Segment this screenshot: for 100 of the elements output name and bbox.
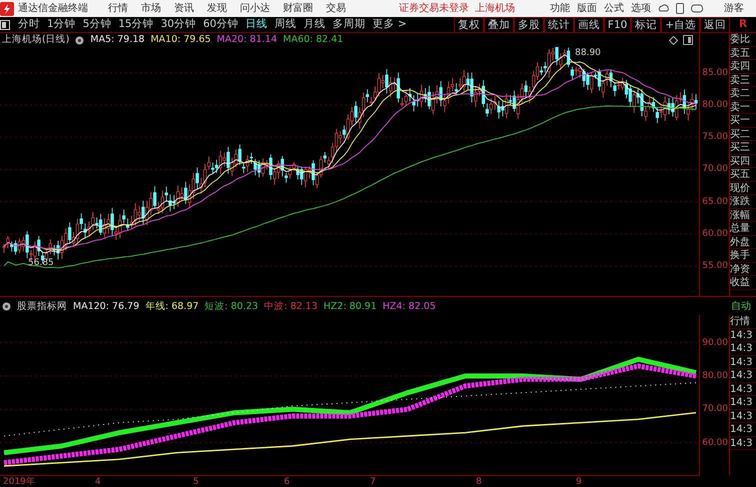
period-tab[interactable]: 更多 > <box>372 16 407 32</box>
toolbar-button[interactable]: 复权 <box>454 16 484 32</box>
trade-time: 14:3 <box>730 356 756 369</box>
r-label: R <box>738 16 748 32</box>
quote-label: 买四 <box>730 154 756 168</box>
menu-item[interactable]: 市场 <box>141 1 161 16</box>
quote-label: 卖五 <box>730 46 756 60</box>
menu-item[interactable]: 问小达 <box>240 1 270 16</box>
axis-label: 85.00 <box>702 67 728 80</box>
period-tab[interactable]: 分时 <box>18 16 40 32</box>
toolbar-button[interactable]: 画线 <box>574 16 604 32</box>
toolbar-button[interactable]: 返回 <box>700 16 730 32</box>
quote-label: 买二 <box>730 128 756 141</box>
panel-toggle-icon[interactable] <box>0 20 10 30</box>
quote-label: 涨幅 <box>730 208 756 222</box>
trade-time: 14:3 <box>730 342 756 356</box>
toolbar-button[interactable]: 叠加 <box>484 16 514 32</box>
period-tab[interactable]: 60分钟 <box>203 16 238 32</box>
indicator-value: 短波: 80.23 <box>204 300 258 314</box>
quote-label: 卖二 <box>730 87 756 100</box>
quote-label: 买三 <box>730 141 756 154</box>
trade-time: 14:3 <box>730 369 756 382</box>
user-name[interactable]: 游客 <box>724 1 744 16</box>
indicator-value: MA120: 76.79 <box>73 300 140 314</box>
axis-label: 2019年 <box>3 476 35 487</box>
trade-time: 14:3 <box>730 328 756 342</box>
quote-label: 卖三 <box>730 74 756 87</box>
menu-item[interactable]: 财富圈 <box>283 1 313 16</box>
toolbar-button[interactable]: +自选 <box>661 16 700 32</box>
axis-label: 60.00 <box>702 436 728 450</box>
period-tab[interactable]: 5分钟 <box>82 16 112 32</box>
toolbar-button[interactable]: 多股 <box>514 16 544 32</box>
quote-label: 卖一 <box>730 100 756 114</box>
menu-item[interactable]: 公式 <box>604 1 624 16</box>
axis-label: 70.00 <box>702 163 728 176</box>
period-tab[interactable]: 月线 <box>304 16 326 32</box>
period-tab[interactable]: 30分钟 <box>160 16 196 32</box>
axis-label: 4 <box>95 476 101 487</box>
axis-label: 75.00 <box>702 131 728 144</box>
axis-label: 80.00 <box>702 370 728 383</box>
quote-label: 净资 <box>730 262 756 276</box>
menu-item[interactable]: 发现 <box>207 1 227 16</box>
toolbar-button[interactable]: 统计 <box>544 16 574 32</box>
axis-label: 65.00 <box>702 196 728 209</box>
quote-label: 换手 <box>730 249 756 262</box>
indicator-value: MA10: 79.65 <box>150 33 211 47</box>
axis-label: 6 <box>284 476 290 487</box>
high-price-label: 88.90 <box>575 47 601 60</box>
auto-mode-label[interactable]: 自动 <box>731 298 756 315</box>
indicator-value: MA5: 79.18 <box>90 33 145 47</box>
period-tab[interactable]: 1分钟 <box>47 16 76 32</box>
toolbar-button[interactable]: F10 <box>604 16 632 32</box>
gear-icon[interactable] <box>2 302 11 311</box>
axis-label: 9 <box>576 476 582 487</box>
period-tab[interactable]: 日线 <box>246 16 268 32</box>
period-tab[interactable]: 15分钟 <box>118 16 154 32</box>
menu-item[interactable]: 选项 <box>631 1 651 16</box>
indicator-value: 年线: 68.97 <box>145 300 199 314</box>
login-status[interactable]: 证券交易未登录 <box>399 1 469 16</box>
gear-icon[interactable] <box>75 36 84 44</box>
quote-label: 收益 <box>730 276 756 290</box>
low-price-label: 56.85 <box>28 257 54 270</box>
axis-label: 60.00 <box>702 228 728 241</box>
menu-item[interactable]: 功能 <box>550 1 570 16</box>
indicator-value: MA60: 82.41 <box>283 33 344 47</box>
axis-label: 70.00 <box>702 403 728 416</box>
axis-label: 5 <box>193 476 199 487</box>
menu-item[interactable]: 行情 <box>108 1 128 16</box>
axis-label: 55.00 <box>702 260 728 273</box>
quote-label: 涨跌 <box>730 195 756 208</box>
period-tab[interactable]: 周线 <box>274 16 296 32</box>
quote-tab[interactable]: 行情 <box>730 315 756 328</box>
message-icon[interactable] <box>691 3 703 14</box>
menu-item[interactable]: 交易 <box>326 1 346 16</box>
quote-label: 买五 <box>730 168 756 182</box>
menu-item[interactable]: 版面 <box>577 1 597 16</box>
quote-label: 委比 <box>730 33 756 46</box>
toolbar-button[interactable]: 标记 <box>631 16 662 32</box>
trade-time: 14:3 <box>730 436 756 450</box>
trade-time: 14:3 <box>730 396 756 410</box>
chart-title: 上海机场(日线) <box>2 33 70 47</box>
indicator-value: HZ2: 80.91 <box>324 300 377 314</box>
trade-time: 14:3 <box>730 382 756 396</box>
indicator-title: 股票指标网 <box>17 300 67 314</box>
quote-label: 现价 <box>730 182 756 195</box>
diamond-icon[interactable] <box>669 36 678 44</box>
menu-item[interactable]: 资讯 <box>174 1 194 16</box>
axis-label: 90.00 <box>702 336 728 350</box>
period-tab[interactable]: 多周期 <box>332 16 366 32</box>
quote-label: 卖四 <box>730 60 756 74</box>
axis-label: 80.00 <box>702 99 728 112</box>
quote-label: 总量 <box>730 222 756 236</box>
layout-icon[interactable] <box>683 35 693 45</box>
phone-icon[interactable] <box>676 3 684 14</box>
axis-label: 7 <box>370 476 376 487</box>
cloud-icon[interactable] <box>658 3 669 14</box>
trade-time: 14:3 <box>730 410 756 423</box>
trade-time: 14:3 <box>730 423 756 436</box>
axis-label: 8 <box>476 476 482 487</box>
indicator-value: MA20: 81.14 <box>216 33 277 47</box>
